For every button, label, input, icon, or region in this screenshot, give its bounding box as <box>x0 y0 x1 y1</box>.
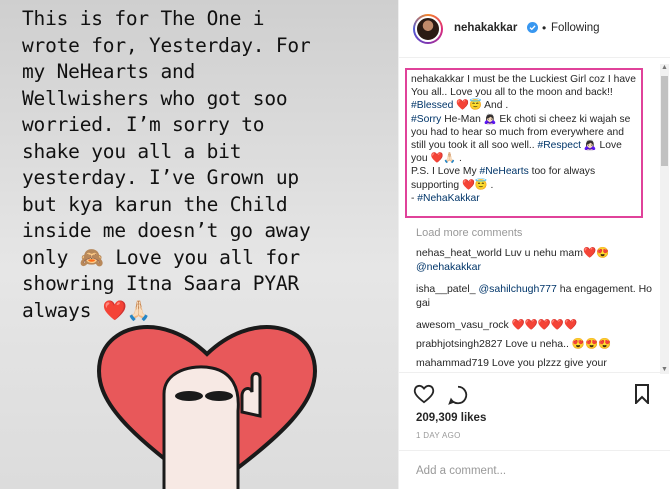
verified-badge-icon <box>527 22 538 33</box>
divider <box>399 372 661 373</box>
scroll-thumb[interactable] <box>661 76 668 166</box>
header-separator: • <box>542 21 547 35</box>
caption-username[interactable]: nehakakkar <box>411 74 464 85</box>
comment: nehas_heat_world Luv u nehu mam❤️😍 @neha… <box>416 246 656 274</box>
post-header: nehakakkar • Following <box>399 0 670 58</box>
story-text: This is for The One i wrote for, Yesterd… <box>22 7 311 322</box>
comment: awesom_vasu_rock ❤️❤️❤️❤️❤️ <box>416 318 656 332</box>
comment-mention[interactable]: @sahilchugh777 <box>478 283 556 295</box>
load-more-comments-link[interactable]: Load more comments <box>416 227 522 239</box>
hashtag-blessed[interactable]: #Blessed <box>411 100 453 111</box>
comment-username[interactable]: isha__patel_ <box>416 283 476 295</box>
comment: mahammad719 Love you plzzz give your <box>416 356 656 370</box>
comment-username[interactable]: mahammad719 <box>416 357 489 369</box>
caption-text: P.S. I Love My <box>411 166 480 178</box>
post-image[interactable]: This is for The One i wrote for, Yesterd… <box>0 0 398 489</box>
post-timestamp[interactable]: 1 DAY AGO <box>416 431 461 440</box>
like-heart-icon[interactable] <box>413 384 435 404</box>
comment-username[interactable]: nehas_heat_world <box>416 247 502 259</box>
comment-text: Luv u nehu mam❤️😍 <box>501 247 610 259</box>
caption-text: ❤️😇 And . <box>453 100 509 112</box>
divider <box>399 450 670 451</box>
comment-text: ❤️❤️❤️❤️❤️ <box>508 319 578 331</box>
comments-scrollbar[interactable]: ▲ ▼ <box>660 64 669 374</box>
comment: isha__patel_ @sahilchugh777 ha engagemen… <box>416 282 656 310</box>
hashtag-respect[interactable]: #Respect <box>537 140 581 151</box>
comment-username[interactable]: prabhjotsingh2827 <box>416 338 502 350</box>
header-username[interactable]: nehakakkar <box>454 22 517 34</box>
scroll-down-arrow-icon[interactable]: ▼ <box>661 366 668 374</box>
comment-username[interactable]: awesom_vasu_rock <box>416 319 509 331</box>
comment-text: Love u neha.. 😍😍😍 <box>502 338 612 350</box>
bookmark-icon[interactable] <box>634 384 650 404</box>
post-side-panel: nehakakkar • Following nehakakkar I must… <box>398 0 670 489</box>
caption: nehakakkar I must be the Luckiest Girl c… <box>405 68 643 218</box>
following-button[interactable]: Following <box>551 22 600 34</box>
comment-mention[interactable]: @nehakakkar <box>416 261 481 273</box>
hashtag-sorry[interactable]: #Sorry <box>411 114 441 125</box>
comment-bubble-icon[interactable] <box>447 384 469 406</box>
hashtag-nehakakkar[interactable]: #NehaKakkar <box>417 193 479 204</box>
comment: prabhjotsingh2827 Love u neha.. 😍😍😍 <box>416 337 656 351</box>
scroll-up-arrow-icon[interactable]: ▲ <box>661 64 668 72</box>
hashtag-nehearts[interactable]: #NeHearts <box>480 166 529 177</box>
comment-text: Love you plzzz give your <box>488 357 607 369</box>
likes-count[interactable]: 209,309 likes <box>416 412 486 424</box>
heart-illustration <box>97 325 317 489</box>
add-comment-input[interactable]: Add a comment... <box>416 465 506 477</box>
avatar[interactable] <box>413 14 443 44</box>
